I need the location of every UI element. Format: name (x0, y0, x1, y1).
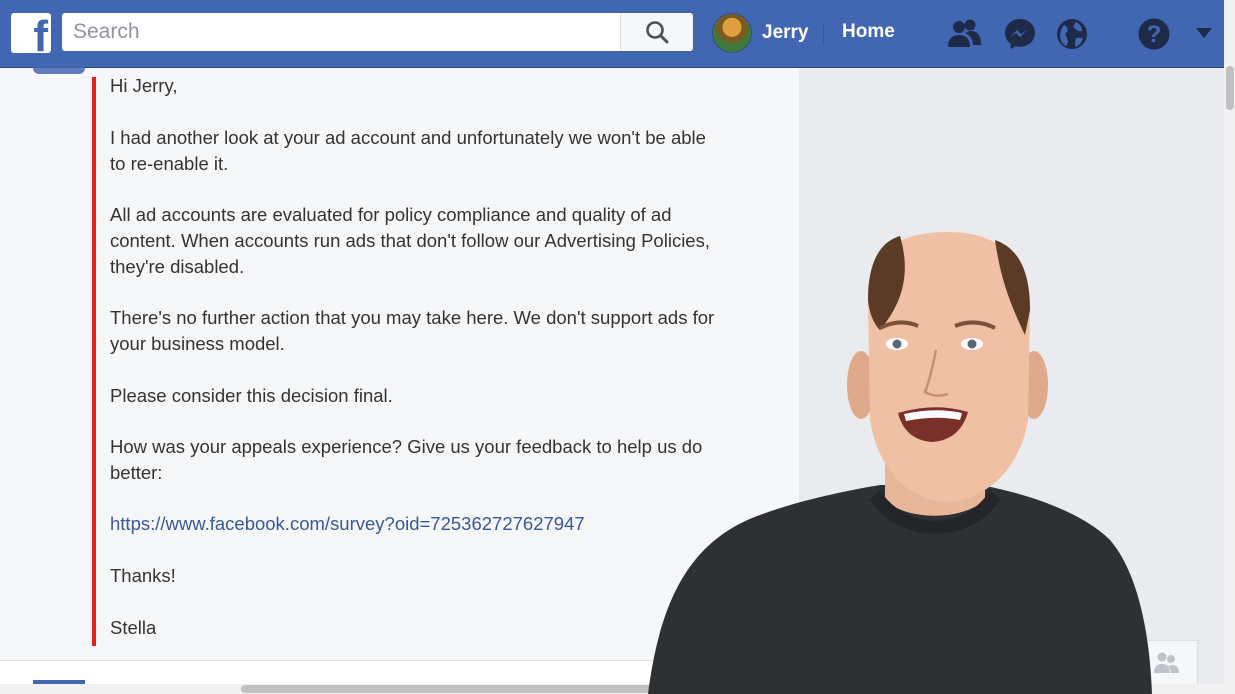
quote-accent-bar (92, 77, 96, 646)
message-signature: Stella (110, 617, 157, 638)
message-paragraph: All ad accounts are evaluated for policy… (110, 204, 710, 277)
help-icon[interactable]: ? (1136, 16, 1172, 52)
notifications-globe-icon[interactable] (1054, 16, 1090, 52)
svg-text:?: ? (1147, 21, 1162, 48)
profile-link[interactable]: Jerry (712, 13, 809, 53)
right-column (800, 68, 1224, 694)
message-paragraph: Please consider this decision final. (110, 385, 393, 406)
message-paragraph: I had another look at your ad account an… (110, 127, 706, 174)
friends-icon[interactable] (946, 16, 982, 52)
message-paragraph: There's no further action that you may t… (110, 307, 715, 354)
facebook-logo[interactable]: f (11, 13, 51, 53)
vertical-scroll-thumb[interactable] (1226, 66, 1234, 110)
survey-link[interactable]: https://www.facebook.com/survey?oid=7253… (110, 513, 585, 534)
home-link[interactable]: Home (842, 21, 895, 43)
message-panel: Hi Jerry, I had another look at your ad … (0, 62, 799, 694)
avatar (712, 13, 752, 53)
message-paragraph: How was your appeals experience? Give us… (110, 436, 703, 483)
nav-divider (823, 24, 824, 44)
search-icon (646, 21, 669, 44)
search-box (62, 13, 693, 51)
people-icon (1154, 652, 1179, 673)
search-input[interactable] (62, 13, 620, 51)
search-button[interactable] (620, 13, 693, 51)
message-greeting: Hi Jerry, (110, 75, 178, 96)
top-nav-bar: f Jerry Home ? (0, 0, 1224, 68)
horizontal-scroll-thumb[interactable] (241, 685, 661, 693)
logo-letter: f (33, 13, 48, 54)
messenger-icon[interactable] (1002, 16, 1038, 52)
dropdown-arrow-icon[interactable] (1195, 27, 1213, 39)
message-thanks: Thanks! (110, 565, 176, 586)
sender-avatar-partial (33, 62, 85, 74)
profile-name: Jerry (762, 22, 809, 43)
